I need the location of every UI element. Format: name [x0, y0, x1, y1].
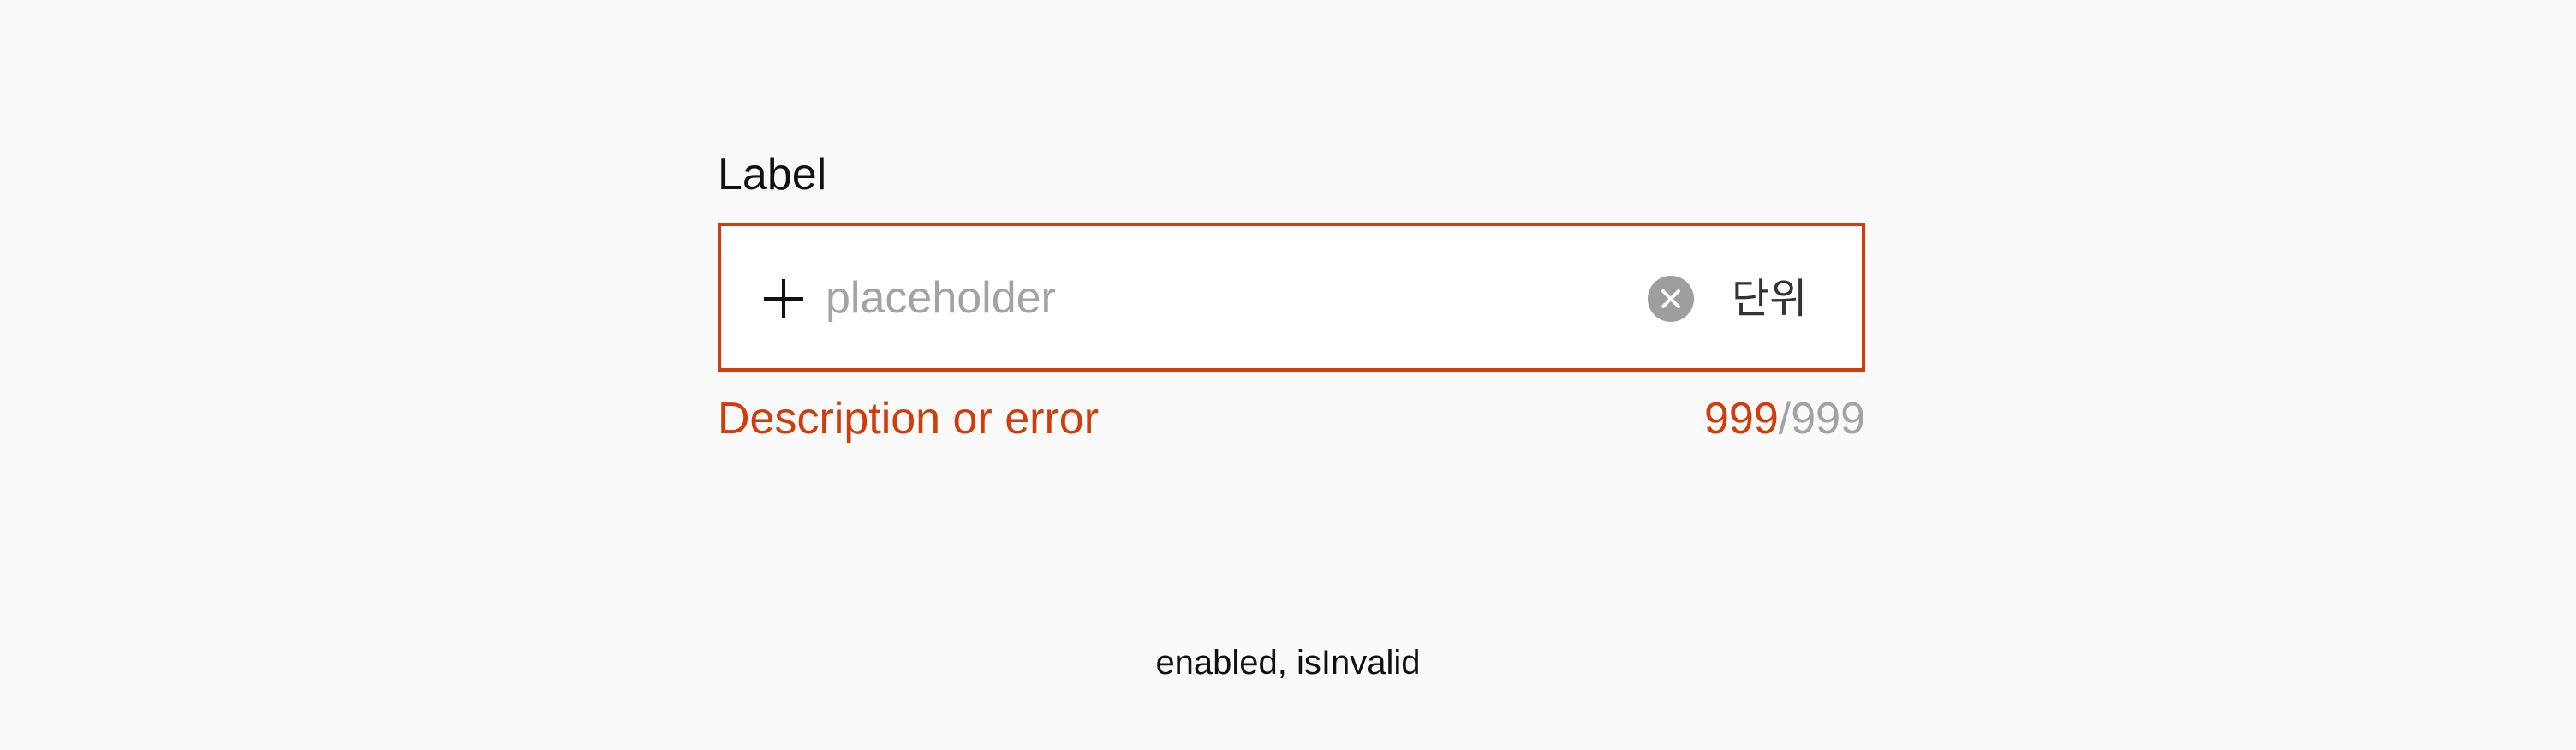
- state-caption: enabled, isInvalid: [1155, 644, 1421, 682]
- input-container[interactable]: 단위: [718, 223, 1865, 372]
- text-input[interactable]: [826, 264, 1476, 332]
- unit-suffix: 단위: [1732, 275, 1808, 323]
- field-label: Label: [718, 150, 827, 199]
- counter-current: 999: [1704, 394, 1779, 443]
- clear-icon: [1661, 289, 1680, 308]
- helper-row: Description or error 999/999: [718, 389, 1865, 449]
- plus-icon[interactable]: [762, 277, 805, 320]
- description-text: Description or error: [718, 394, 1100, 443]
- clear-button[interactable]: [1648, 276, 1694, 322]
- counter-max: 999: [1791, 394, 1865, 443]
- character-counter: 999/999: [1704, 389, 1865, 449]
- text-field: Label 단위 Description or error 999/999: [718, 147, 1865, 443]
- counter-separator: /: [1778, 394, 1792, 443]
